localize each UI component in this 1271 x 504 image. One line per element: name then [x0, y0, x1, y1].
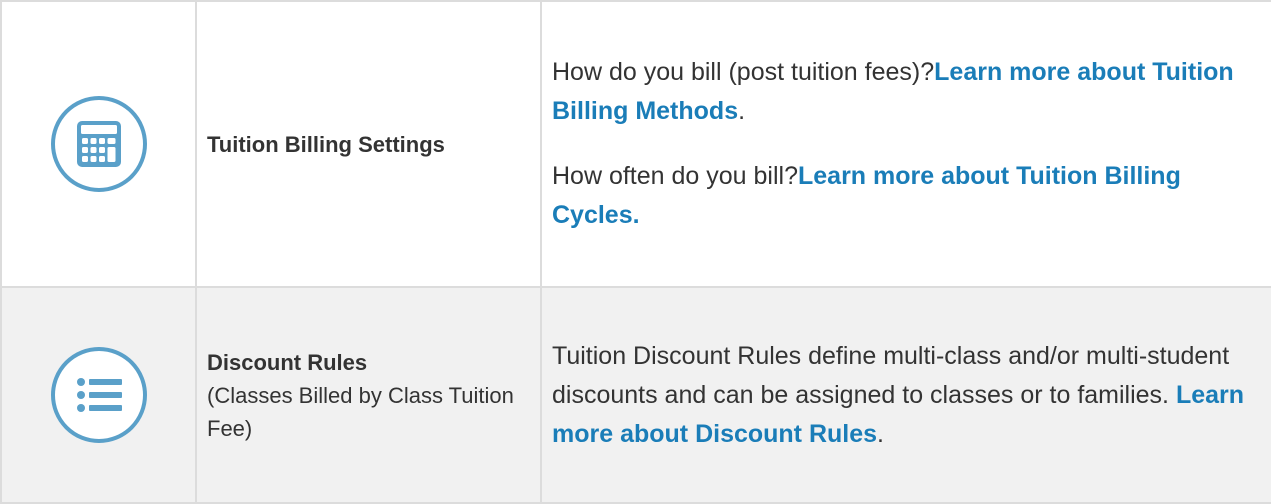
description-paragraph: How often do you bill?Learn more about T… — [552, 157, 1257, 235]
icon-cell — [0, 0, 197, 288]
setting-name-cell: Tuition Billing Settings — [195, 0, 542, 288]
description-text: . — [738, 97, 746, 125]
setting-description-cell: How do you bill (post tuition fees)?Lear… — [540, 0, 1271, 288]
description-text: How do you bill (post tuition fees)? — [552, 58, 935, 86]
description-text: How often do you bill? — [552, 162, 798, 190]
table-row: Tuition Billing Settings How do you bill… — [0, 0, 1271, 288]
setting-description-cell: Tuition Discount Rules define multi-clas… — [540, 286, 1271, 504]
calculator-icon — [50, 96, 147, 192]
description-paragraph: Tuition Discount Rules define multi-clas… — [552, 337, 1257, 454]
list-icon — [50, 347, 147, 443]
description-paragraph: How do you bill (post tuition fees)?Lear… — [552, 53, 1257, 131]
description-text: . — [877, 419, 884, 448]
table-row: Discount Rules (Classes Billed by Class … — [0, 286, 1271, 504]
icon-cell — [0, 286, 197, 504]
description-text: Tuition Discount Rules define multi-clas… — [552, 341, 1230, 409]
setting-title: Tuition Billing Settings — [207, 131, 445, 157]
setting-subtitle: (Classes Billed by Class Tuition Fee) — [207, 382, 514, 441]
setting-title: Discount Rules — [207, 349, 368, 375]
settings-table: Tuition Billing Settings How do you bill… — [0, 0, 1271, 504]
setting-name-cell: Discount Rules (Classes Billed by Class … — [195, 286, 542, 504]
